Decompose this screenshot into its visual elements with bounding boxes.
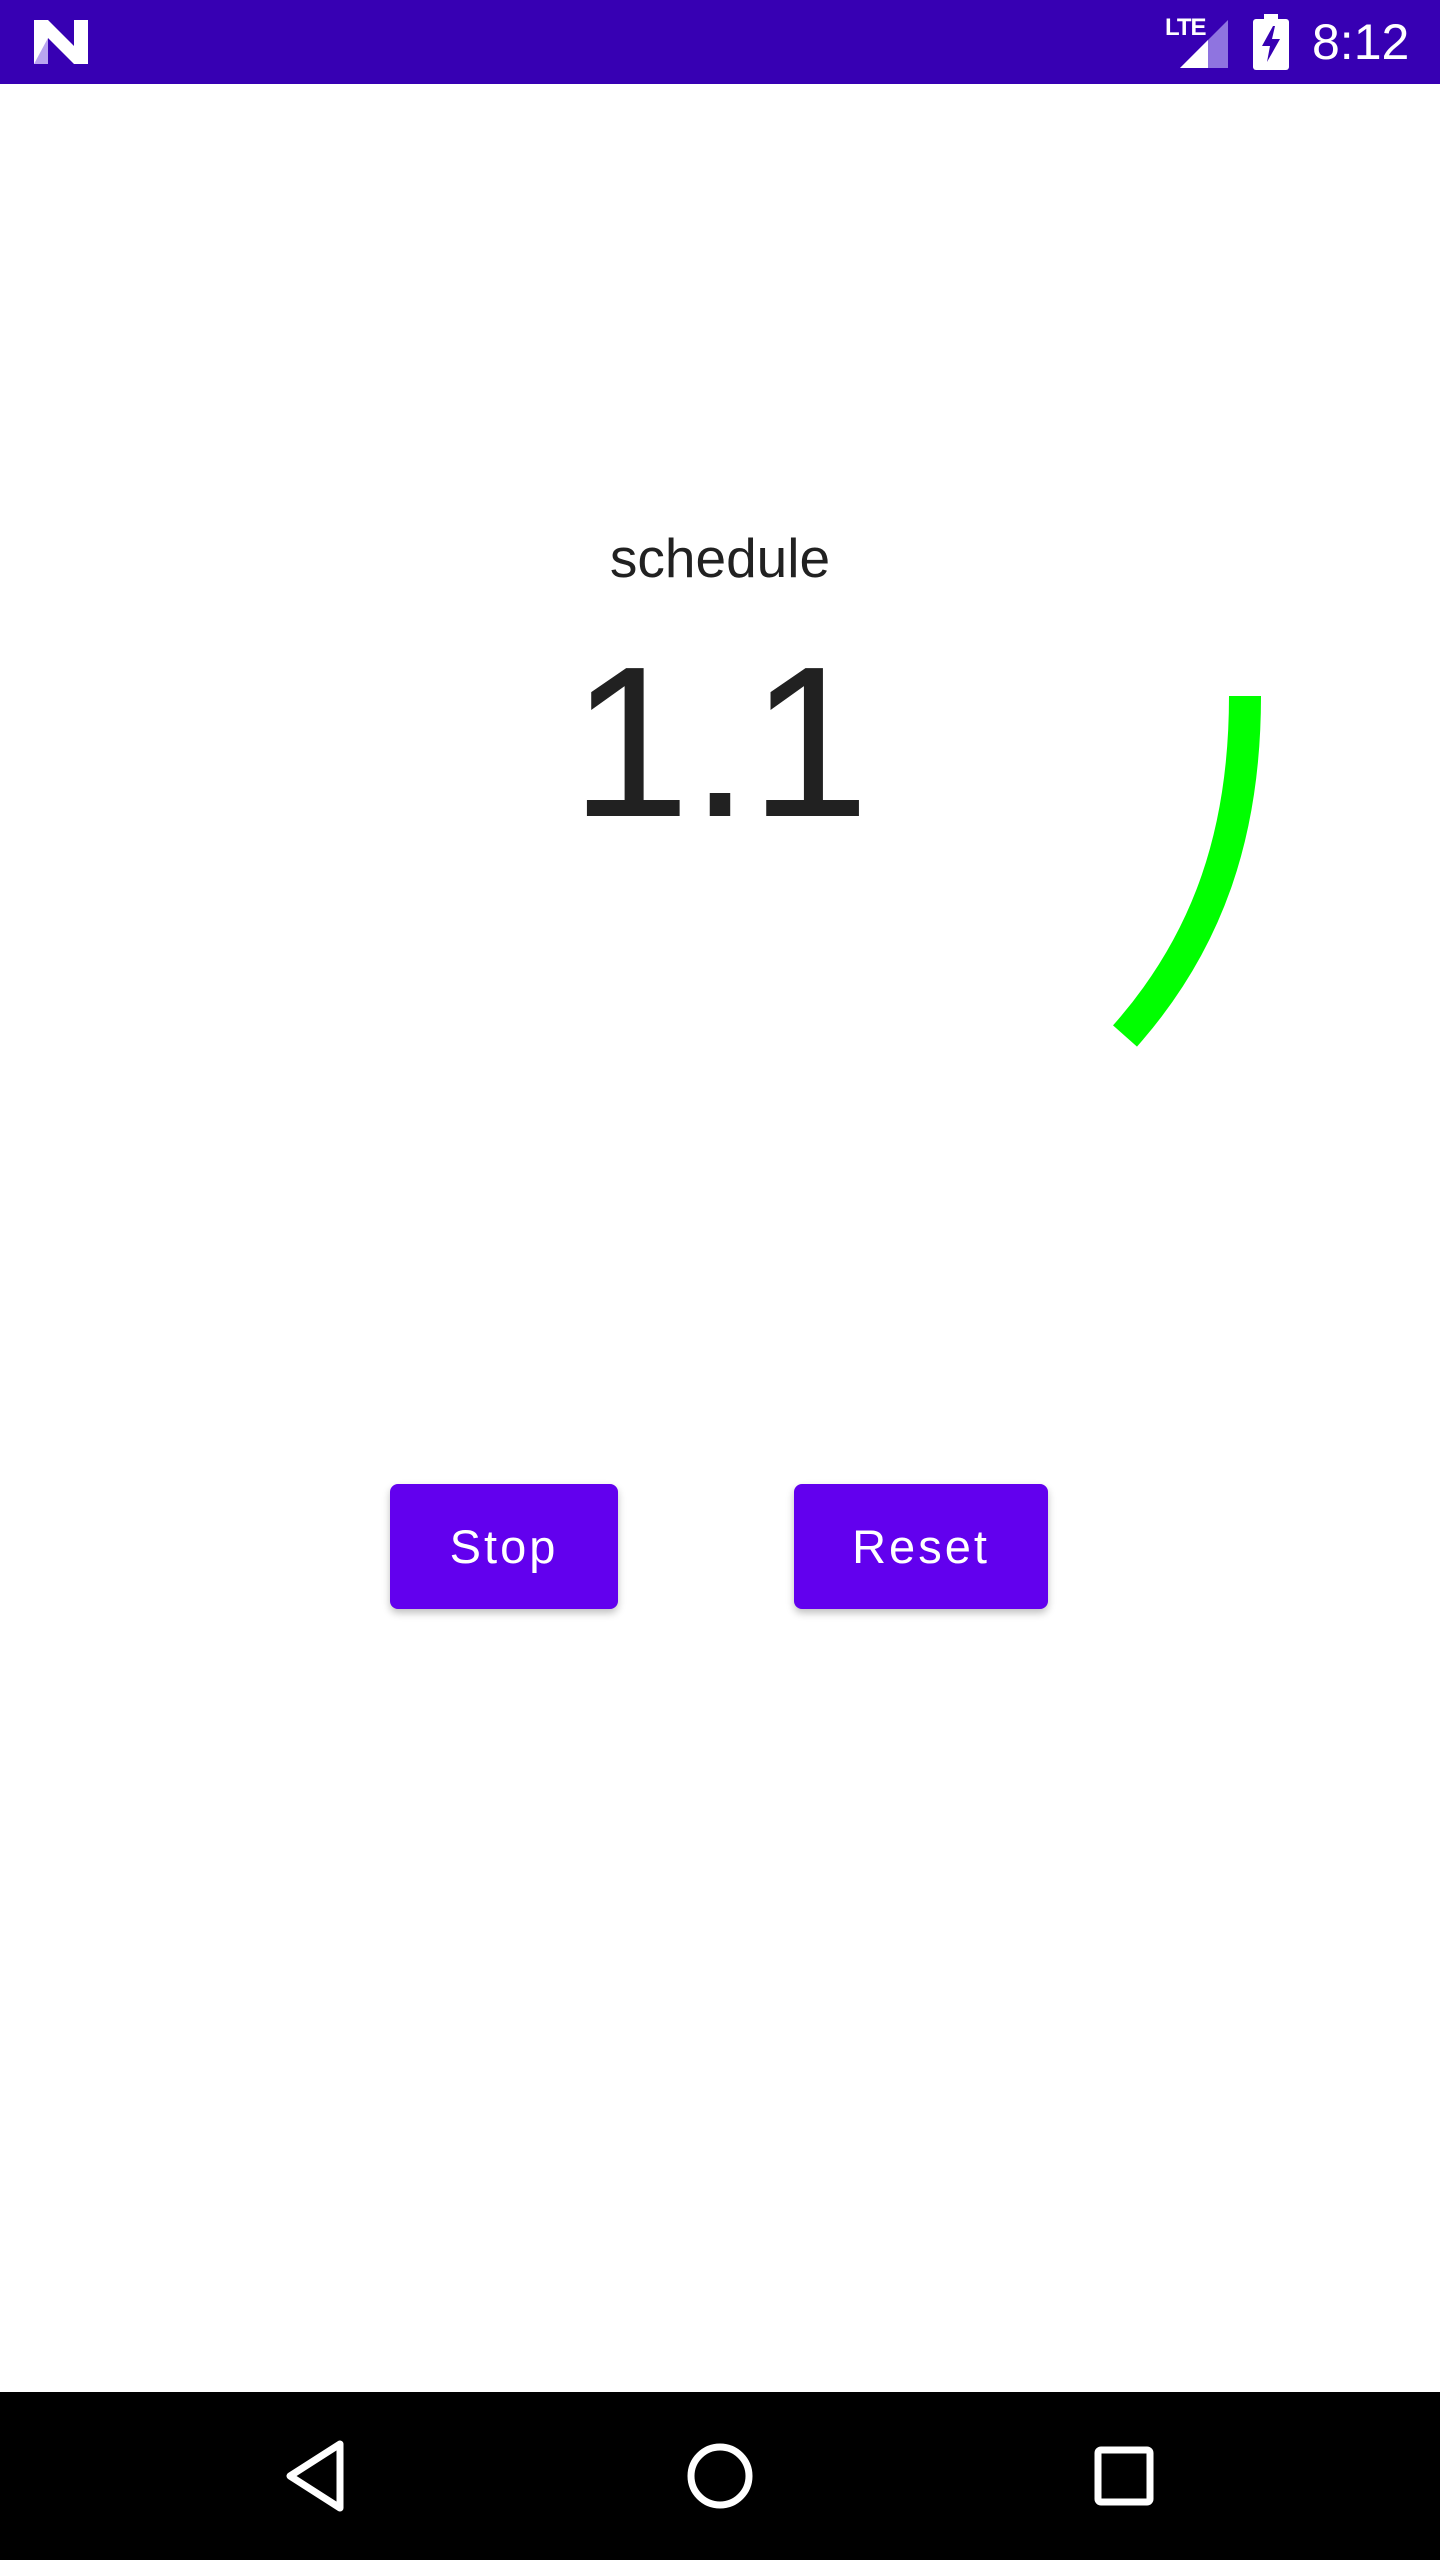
home-icon[interactable] bbox=[670, 2426, 770, 2526]
status-bar: LTE 8:12 bbox=[0, 0, 1440, 84]
schedule-title: schedule bbox=[609, 527, 831, 589]
navigation-bar bbox=[0, 2392, 1440, 2560]
signal-icon bbox=[1180, 20, 1228, 68]
stop-button[interactable]: Stop bbox=[390, 1484, 618, 1609]
back-icon[interactable] bbox=[266, 2426, 366, 2526]
app-logo-icon bbox=[34, 20, 88, 64]
clock: 8:12 bbox=[1312, 14, 1410, 70]
progress-arc bbox=[1113, 695, 1261, 1047]
battery-charging-icon bbox=[1253, 14, 1289, 70]
recents-icon[interactable] bbox=[1074, 2426, 1174, 2526]
reset-button[interactable]: Reset bbox=[794, 1484, 1048, 1609]
